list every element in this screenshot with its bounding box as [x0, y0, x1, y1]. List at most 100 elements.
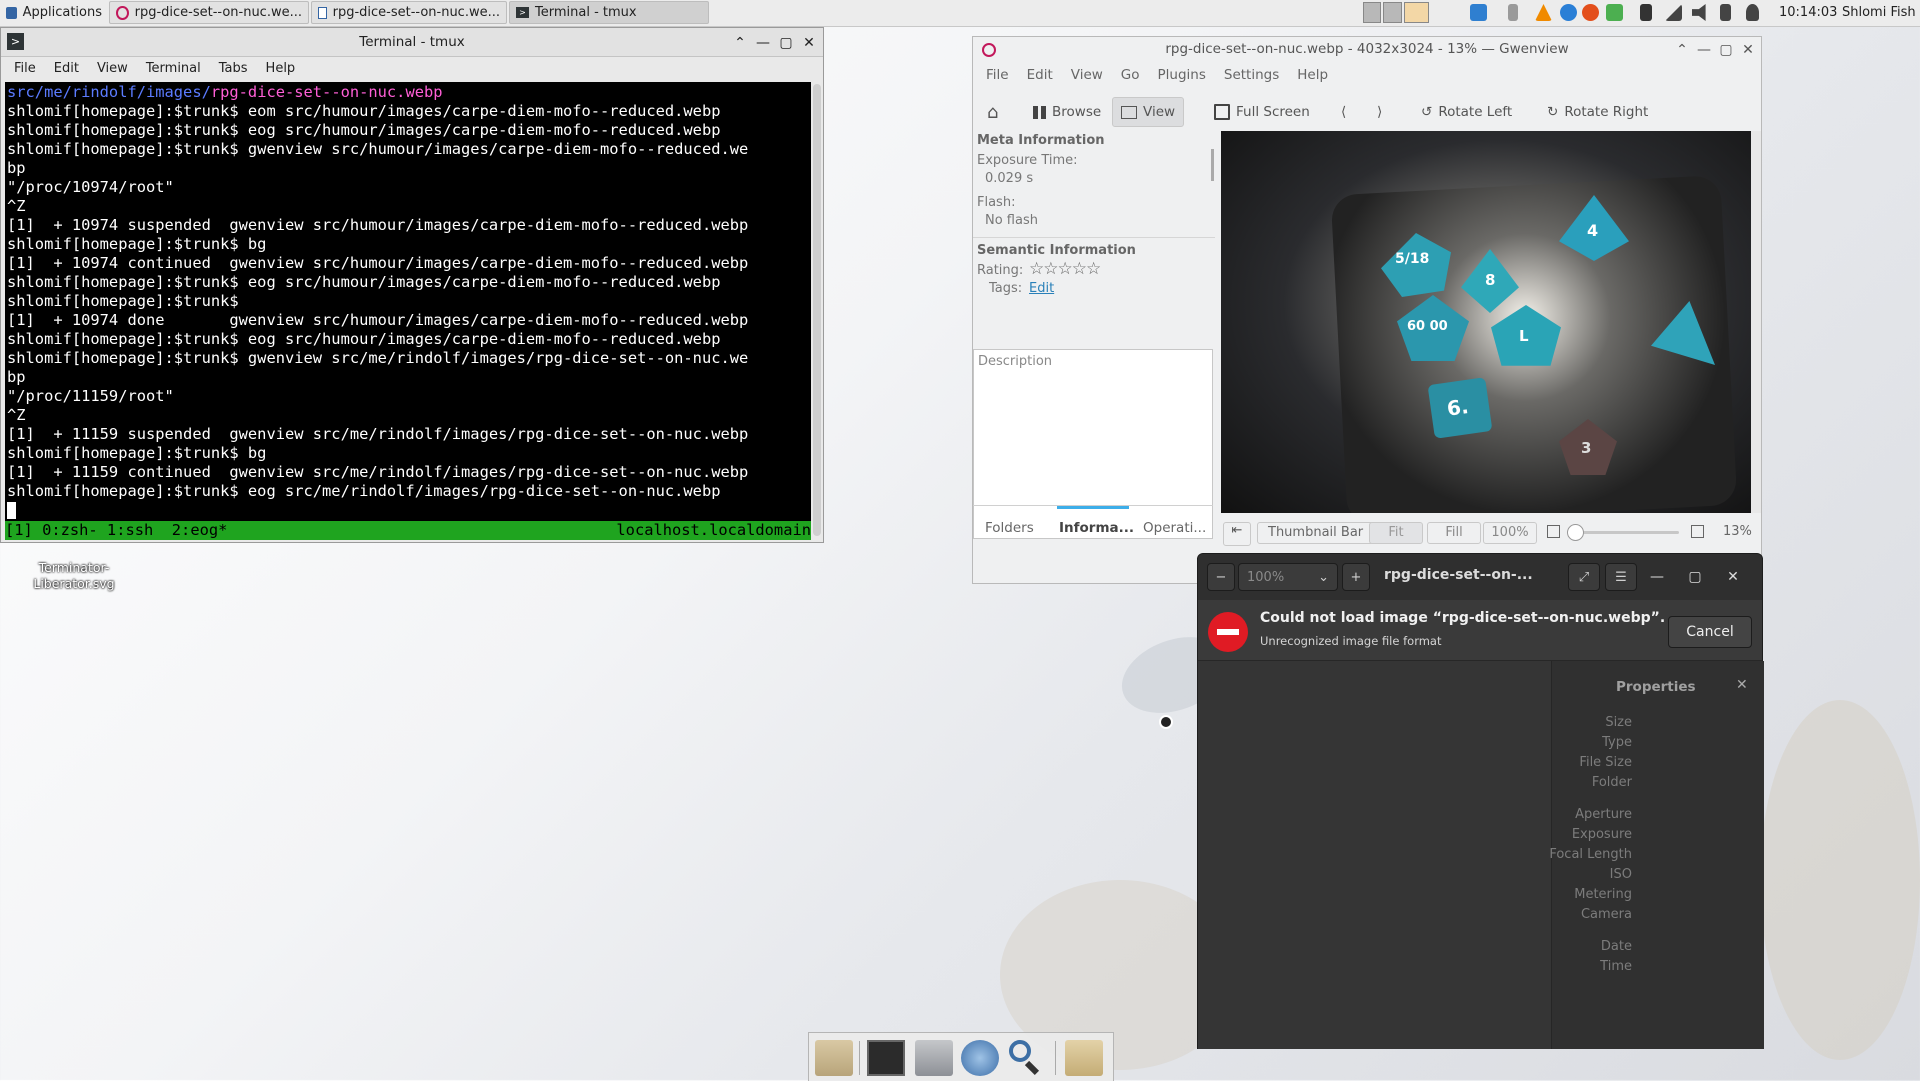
sidebar-divider	[973, 237, 1215, 238]
meta-scrollbar[interactable]	[1211, 149, 1214, 181]
terminal-line: shlomif[homepage]:$trunk$	[7, 292, 239, 310]
property-label: Metering	[1574, 887, 1632, 902]
fullscreen-label: Full Screen	[1236, 104, 1310, 120]
maximize-button[interactable]: ▢	[1686, 568, 1704, 586]
terminal-menubar: File Edit View Terminal Tabs Help	[5, 61, 304, 76]
zoom-in-icon[interactable]	[1691, 525, 1704, 538]
menu-settings[interactable]: Settings	[1215, 67, 1288, 83]
hamburger-menu-button[interactable]: ☰	[1605, 563, 1637, 591]
fullscreen-button[interactable]: Full Screen	[1206, 97, 1318, 127]
menu-view[interactable]: View	[1062, 67, 1112, 83]
applications-menu[interactable]: Applications	[0, 1, 108, 24]
minimize-button[interactable]: —	[1695, 41, 1713, 59]
top-panel: Applications rpg-dice-set--on-nuc.we... …	[0, 0, 1920, 27]
browse-button[interactable]: Browse	[1025, 97, 1109, 127]
fit-button[interactable]: Fit	[1369, 522, 1423, 544]
network-icon[interactable]	[1606, 4, 1623, 21]
cancel-button[interactable]: Cancel	[1668, 616, 1752, 648]
bluetooth-icon[interactable]	[1640, 4, 1652, 21]
eog-headerbar[interactable]: − 100% ⌄ + rpg-dice-set--on-... ⤢ ☰ — ▢ …	[1198, 554, 1762, 601]
rotate-left-button[interactable]: ↺ Rotate Left	[1413, 97, 1520, 127]
terminal-screen[interactable]: src/me/rindolf/images/rpg-dice-set--on-n…	[5, 82, 811, 540]
menu-edit[interactable]: Edit	[45, 61, 88, 76]
signal-icon[interactable]	[1665, 4, 1682, 21]
workspace-2[interactable]	[1383, 2, 1402, 23]
zoom-out-button[interactable]: −	[1207, 563, 1235, 591]
file-cabinet-icon[interactable]	[915, 1040, 953, 1076]
taskbar-item-terminal[interactable]: > Terminal - tmux	[509, 1, 709, 24]
app-icon[interactable]	[1582, 4, 1599, 21]
menu-file[interactable]: File	[977, 67, 1018, 83]
web-browser-icon[interactable]	[961, 1040, 999, 1076]
image-view[interactable]: 5/18 4 8 60 00 L 6. 3	[1221, 131, 1761, 513]
speaker-icon[interactable]	[1692, 4, 1706, 21]
view-button[interactable]: View	[1112, 97, 1185, 127]
close-button[interactable]: ✕	[1739, 41, 1757, 59]
taskbar-item-gwenview[interactable]: rpg-dice-set--on-nuc.we...	[109, 1, 309, 24]
tags-edit-link[interactable]: Edit	[1029, 281, 1054, 296]
workspace-pager[interactable]	[1363, 2, 1429, 23]
gwenview-titlebar[interactable]: rpg-dice-set--on-nuc.webp - 4032x3024 - …	[973, 37, 1761, 63]
folder-icon[interactable]	[1065, 1040, 1103, 1076]
minimize-button[interactable]: —	[754, 34, 772, 52]
rating-stars[interactable]: ☆☆☆☆☆	[1029, 259, 1101, 279]
user-name[interactable]: Shlomi Fish	[1842, 5, 1916, 20]
home-folder-icon[interactable]	[815, 1040, 853, 1076]
close-button[interactable]: ✕	[800, 34, 818, 52]
terminal-line: shlomif[homepage]:$trunk$ bg	[7, 235, 267, 253]
terminal-icon[interactable]	[867, 1040, 905, 1076]
tab-folders[interactable]: Folders	[985, 520, 1034, 536]
fill-button[interactable]: Fill	[1427, 522, 1481, 544]
menu-help[interactable]: Help	[1288, 67, 1337, 83]
tab-operations[interactable]: Operati...	[1143, 520, 1206, 536]
taskbar-item-eog[interactable]: rpg-dice-set--on-nuc.we...	[311, 1, 507, 24]
tab-information[interactable]: Informa...	[1059, 520, 1134, 536]
file-manager-tray-icon[interactable]	[1470, 4, 1487, 21]
properties-close-icon[interactable]: ✕	[1736, 677, 1748, 693]
clock[interactable]: 10:14:03	[1779, 5, 1837, 20]
notification-bell-icon[interactable]	[1746, 4, 1759, 21]
menu-go[interactable]: Go	[1112, 67, 1149, 83]
workspace-1[interactable]	[1363, 2, 1382, 23]
previous-button[interactable]: ⟨	[1333, 97, 1361, 127]
close-button[interactable]: ✕	[1724, 568, 1742, 586]
thumbnail-bar-button[interactable]: Thumbnail Bar	[1257, 522, 1375, 544]
collapse-icon[interactable]: ⌃	[731, 34, 749, 52]
menu-terminal[interactable]: Terminal	[137, 61, 210, 76]
zoom-slider[interactable]	[1567, 524, 1679, 541]
maximize-button[interactable]: ▢	[777, 34, 795, 52]
rotate-right-label: Rotate Right	[1564, 104, 1649, 120]
desktop-icon[interactable]: Terminator- Liberator.svg	[24, 560, 124, 592]
zoom-dropdown[interactable]: 100% ⌄	[1238, 563, 1338, 591]
battery-icon[interactable]	[1720, 4, 1731, 21]
menu-edit[interactable]: Edit	[1018, 67, 1062, 83]
tmux-windows[interactable]: [1] 0:zsh- 1:ssh 2:eog*	[5, 521, 227, 540]
menu-view[interactable]: View	[88, 61, 137, 76]
terminal-scrollbar[interactable]	[813, 84, 821, 536]
fullscreen-button[interactable]: ⤢	[1568, 563, 1600, 591]
firefox-icon[interactable]	[1560, 4, 1577, 21]
toggle-sidebar-button[interactable]: ⇤	[1223, 522, 1251, 546]
search-icon[interactable]	[1007, 1040, 1045, 1076]
browse-label: Browse	[1052, 104, 1102, 120]
maximize-button[interactable]: ▢	[1717, 41, 1735, 59]
rotate-right-button[interactable]: ↻ Rotate Right	[1539, 97, 1656, 127]
zoom-100-button[interactable]: 100%	[1483, 522, 1537, 544]
terminal-titlebar[interactable]: > Terminal - tmux ⌃ — ▢ ✕	[1, 28, 823, 57]
vlc-icon[interactable]	[1535, 4, 1552, 21]
menu-tabs[interactable]: Tabs	[210, 61, 257, 76]
menu-help[interactable]: Help	[257, 61, 305, 76]
menu-plugins[interactable]: Plugins	[1149, 67, 1215, 83]
home-button[interactable]: ⌂	[979, 97, 1013, 127]
zoom-slider-handle[interactable]	[1567, 524, 1584, 541]
workspace-3[interactable]	[1403, 2, 1429, 23]
collapse-icon[interactable]: ⌃	[1673, 41, 1691, 59]
zoom-in-button[interactable]: +	[1342, 563, 1370, 591]
minimize-button[interactable]: —	[1648, 568, 1666, 586]
next-button[interactable]: ⟩	[1369, 97, 1397, 127]
volume-icon[interactable]	[1508, 4, 1518, 21]
terminal-line: ^Z	[7, 406, 26, 424]
menu-file[interactable]: File	[5, 61, 45, 76]
image-scrollbar[interactable]	[1751, 131, 1761, 513]
zoom-out-icon[interactable]	[1547, 525, 1560, 538]
